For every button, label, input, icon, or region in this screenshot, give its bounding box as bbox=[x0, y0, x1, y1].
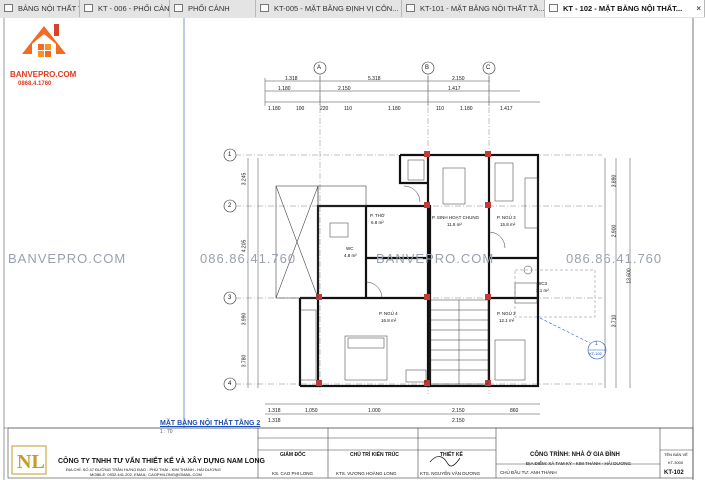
svg-text:NL: NL bbox=[17, 451, 45, 473]
sheet-icon bbox=[84, 4, 93, 12]
tab-kt102[interactable]: KT - 102 - MẶT BẰNG NỘI THẤT... × bbox=[545, 0, 705, 17]
role-designer: THIẾT KẾ bbox=[440, 452, 463, 458]
tab-kt101[interactable]: KT-101 - MẶT BẰNG NỘI THẤT TẦ... bbox=[402, 0, 545, 17]
project-owner: CHỦ ĐẦU TƯ: ANH THÀNH bbox=[500, 470, 557, 475]
nam-long-logo-icon: NL bbox=[11, 445, 47, 475]
signer-designer: KTS. NGUYỄN VĂN DƯƠNG bbox=[420, 471, 480, 476]
view-3d-icon bbox=[174, 4, 183, 12]
sheet-icon bbox=[549, 4, 558, 12]
sheet-icon bbox=[406, 4, 415, 12]
drawing-canvas[interactable]: BANVEPRO.COM 0868.4.1760 A B C 1 2 3 4 1… bbox=[0, 18, 705, 480]
title-block-frame: NL bbox=[7, 427, 694, 479]
signer-director: KS. CAO PHI LONG bbox=[272, 471, 314, 476]
close-tab-icon[interactable]: × bbox=[696, 0, 701, 17]
project-location: ĐỊA ĐIỂM: XÃ TAM KỲ - KIM THÀNH - HẢI DƯ… bbox=[526, 461, 631, 466]
role-director: GIÁM ĐỐC bbox=[280, 452, 306, 458]
project-name: CÔNG TRÌNH: NHÀ Ở GIA ĐÌNH bbox=[530, 452, 620, 458]
tab-phoi-canh[interactable]: PHỐI CẢNH bbox=[170, 0, 256, 17]
company-name: CÔNG TY TNHH TƯ VẤN THIẾT KẾ VÀ XÂY DỰNG… bbox=[58, 458, 265, 465]
sheet-icon bbox=[4, 4, 13, 12]
tab-kt005[interactable]: KT-005 - MẶT BẰNG ĐỊNH VỊ CÔN... bbox=[256, 0, 402, 17]
sheet-code-label: TÊN BẢN VẼ bbox=[664, 452, 688, 457]
role-chief-architect: CHỦ TRÌ KIẾN TRÚC bbox=[350, 452, 399, 458]
sheet-number: KT-102 bbox=[664, 470, 684, 476]
signer-chief-architect: KTS. VƯƠNG HOÀNG LONG bbox=[336, 471, 397, 476]
document-tab-bar: BẢNG NỘI THẤT TẦNG 1 KT - 006 - PHỐI CẢN… bbox=[0, 0, 705, 19]
company-contact: MOBILE: 0932.441.202. EMAIL: CAOPHILONG@… bbox=[90, 472, 202, 477]
tab-kt006-phoi-canh[interactable]: KT - 006 - PHỐI CẢNH bbox=[80, 0, 170, 17]
sheet-code: KT-3000 bbox=[668, 460, 684, 465]
sheet-icon bbox=[260, 4, 269, 12]
